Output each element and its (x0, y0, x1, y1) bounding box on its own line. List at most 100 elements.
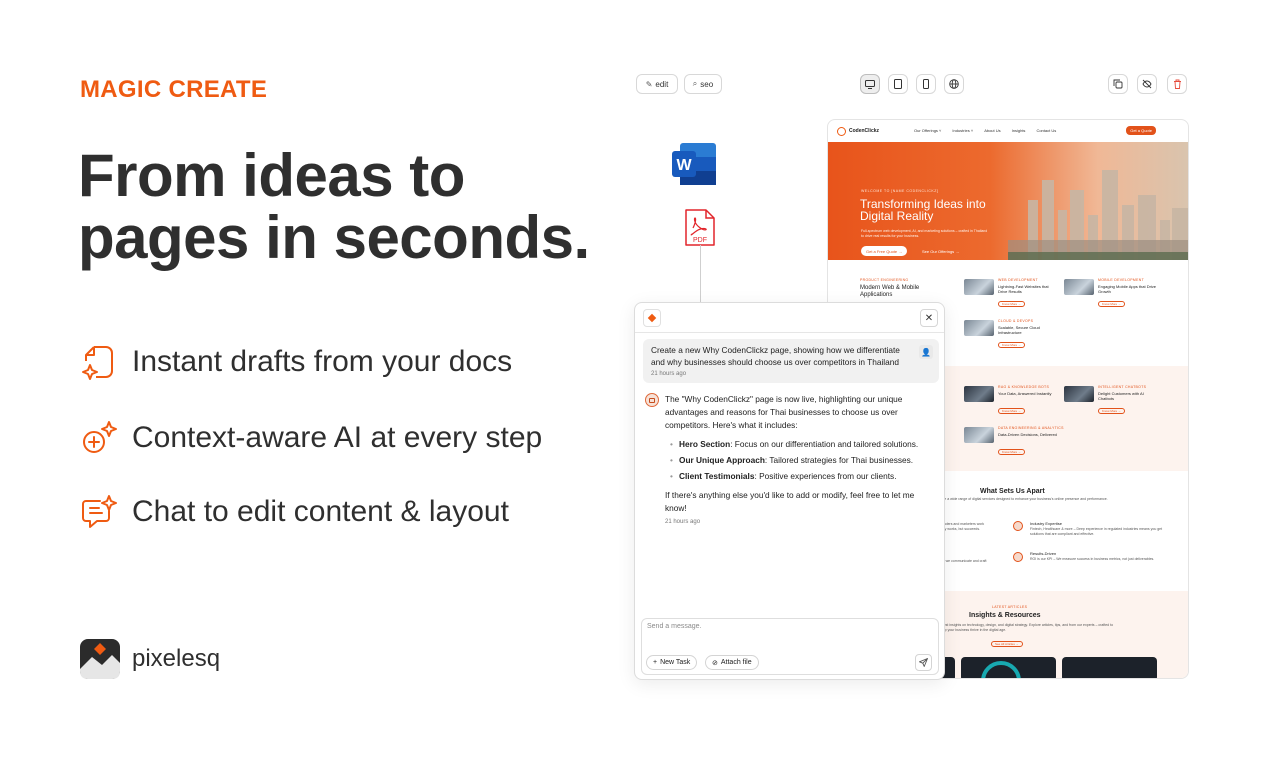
preview-hero: WELCOME TO [NAME CODENCLICKZ] Transformi… (828, 142, 1188, 260)
globe-button[interactable] (944, 74, 964, 94)
bot-bullet: Client Testimonials: Positive experience… (665, 470, 937, 483)
know-more-button[interactable]: Know More → (998, 449, 1026, 455)
chat-header: ✕ (635, 303, 944, 333)
service-thumbnail (964, 320, 994, 336)
card-title: Data-Driven Decisions, Delivered (998, 432, 1057, 437)
bot-bullet: Hero Section: Focus on our differentiati… (665, 438, 937, 451)
pdf-doc-icon: PDF (685, 209, 715, 246)
send-icon (919, 658, 928, 667)
section-text-fragment: t coders and marketers work only works, … (940, 522, 985, 531)
paperclip-icon: ⊘ (712, 659, 718, 667)
article-card[interactable] (961, 657, 1056, 678)
service-thumbnail (1064, 386, 1094, 402)
see-all-articles-button[interactable]: See All Articles → (991, 641, 1023, 647)
feature-text: Instant drafts from your docs (132, 345, 513, 378)
globe-icon (949, 79, 959, 89)
preview-quote-button[interactable]: Get a Quote (1126, 126, 1156, 135)
section-eyebrow: LATEST ARTICLES (992, 605, 1028, 609)
bullet-text: : Positive experiences from our clients. (754, 471, 897, 481)
feature-item: Chat to edit content & layout (80, 490, 542, 534)
delete-button[interactable] (1167, 74, 1187, 94)
seo-button[interactable]: ⌕ seo (684, 74, 722, 94)
send-button[interactable] (915, 654, 932, 671)
copy-icon (1113, 79, 1123, 89)
service-thumbnail (964, 386, 994, 402)
section-eyebrow: PRODUCT ENGINEERING (860, 278, 909, 282)
feature-item: Context-aware AI at every step (80, 416, 542, 460)
hero-kicker: WELCOME TO [NAME CODENCLICKZ] (861, 189, 939, 193)
edit-icon: ✎ (645, 79, 653, 89)
preview-nav-item[interactable]: Contact Us (1036, 128, 1056, 133)
chat-composer[interactable]: Send a message. + New Task ⊘ Attach file (641, 618, 939, 675)
section-text-fragment: ch, we communicate and craft rs. (940, 559, 987, 568)
bullet-text: : Focus on our differentiation and tailo… (730, 439, 919, 449)
preview-logo[interactable]: CodenClickz (837, 126, 879, 136)
user-message: Create a new Why CodenClickz page, showi… (643, 339, 939, 383)
new-task-button[interactable]: + New Task (646, 655, 698, 670)
article-card[interactable] (1062, 657, 1157, 678)
hero-subtitle: Full-spectrum web development, AI, and m… (861, 229, 988, 238)
delete-icon (1173, 79, 1181, 89)
connector-line (700, 245, 701, 302)
card-eyebrow: CLOUD & DEVOPS (998, 319, 1034, 323)
pdf-label: PDF (693, 237, 707, 244)
section-title: What Sets Us Apart (980, 488, 1045, 495)
bot-avatar-icon (645, 393, 659, 407)
bot-bullet-list: Hero Section: Focus on our differentiati… (665, 438, 937, 483)
hide-button[interactable] (1137, 74, 1157, 94)
card-title: Delight Customers with AI Chatbots (1098, 391, 1144, 401)
feature-title: Industry Expertise (1030, 521, 1063, 526)
attach-file-button[interactable]: ⊘ Attach file (705, 655, 759, 670)
preview-nav-item[interactable]: Our Offerings ˅ (914, 128, 941, 133)
know-more-button[interactable]: Know More → (998, 408, 1026, 414)
preview-nav-item[interactable]: About Us (984, 128, 1000, 133)
know-more-button[interactable]: Know More → (998, 342, 1026, 348)
section-title: Insights & Resources (969, 612, 1041, 619)
mobile-view-button[interactable] (916, 74, 936, 94)
plus-icon: + (653, 659, 658, 666)
editor-toolbar: ✎ edit ⌕ seo (634, 70, 1190, 98)
service-thumbnail (1064, 279, 1094, 295)
edit-button[interactable]: ✎ edit (636, 74, 678, 94)
copy-button[interactable] (1108, 74, 1128, 94)
doc-sparkle-icon (82, 346, 113, 380)
feature-item: Instant drafts from your docs (80, 340, 542, 384)
mobile-icon (923, 79, 929, 89)
word-letter: W (676, 157, 692, 174)
service-thumbnail (964, 427, 994, 443)
know-more-button[interactable]: Know More → (1098, 301, 1126, 307)
edit-label: edit (655, 79, 669, 89)
user-message-text: Create a new Why CodenClickz page, showi… (651, 345, 900, 367)
user-avatar: 👤 (919, 345, 933, 359)
preview-nav-item[interactable]: Insights (1012, 128, 1026, 133)
feature-text: ROI is our KPI – We measure success in b… (1030, 557, 1155, 561)
new-task-label: New Task (660, 659, 691, 666)
hide-icon (1142, 79, 1152, 89)
close-icon[interactable]: ✕ (920, 309, 938, 327)
section-title: Modern Web & Mobile Applications (860, 285, 920, 298)
hero-quote-button[interactable]: Get a Free Quote → (861, 246, 908, 256)
chat-logo-icon (643, 309, 661, 327)
card-title: Scalable, Secure Cloud Infrastructure (998, 325, 1040, 335)
desktop-view-button[interactable] (860, 74, 880, 94)
tablet-icon (894, 79, 902, 89)
headline: From ideas to pages in seconds. (78, 142, 590, 271)
ai-sparkle-icon (83, 421, 117, 453)
bot-message: The "Why CodenClickz" page is now live, … (665, 393, 937, 529)
bot-message-time: 21 hours ago (665, 519, 701, 525)
know-more-button[interactable]: Know More → (1098, 408, 1126, 414)
feature-text: Fintech, Healthcare & more – Deep experi… (1030, 527, 1163, 536)
card-title: Your Data, Answered Instantly (998, 391, 1052, 396)
card-title: Engaging Mobile Apps that Drive Growth (1098, 284, 1157, 294)
message-input[interactable]: Send a message. (647, 623, 701, 630)
hero-title: Transforming Ideas into Digital Reality (860, 197, 986, 223)
chat-sparkle-icon (82, 495, 117, 528)
section-text: latest insights on technology, design, a… (940, 623, 1114, 632)
card-eyebrow: INTELLIGENT CHATBOTS (1098, 385, 1147, 389)
hero-offerings-link[interactable]: See Our Offerings → (922, 246, 959, 256)
ai-chat-panel: ✕ Create a new Why CodenClickz page, sho… (634, 302, 945, 680)
card-eyebrow: RAG & KNOWLEDGE BOTS (998, 385, 1050, 389)
tablet-view-button[interactable] (888, 74, 908, 94)
preview-nav-item[interactable]: Industries ˅ (952, 128, 973, 133)
know-more-button[interactable]: Know More → (998, 301, 1026, 307)
